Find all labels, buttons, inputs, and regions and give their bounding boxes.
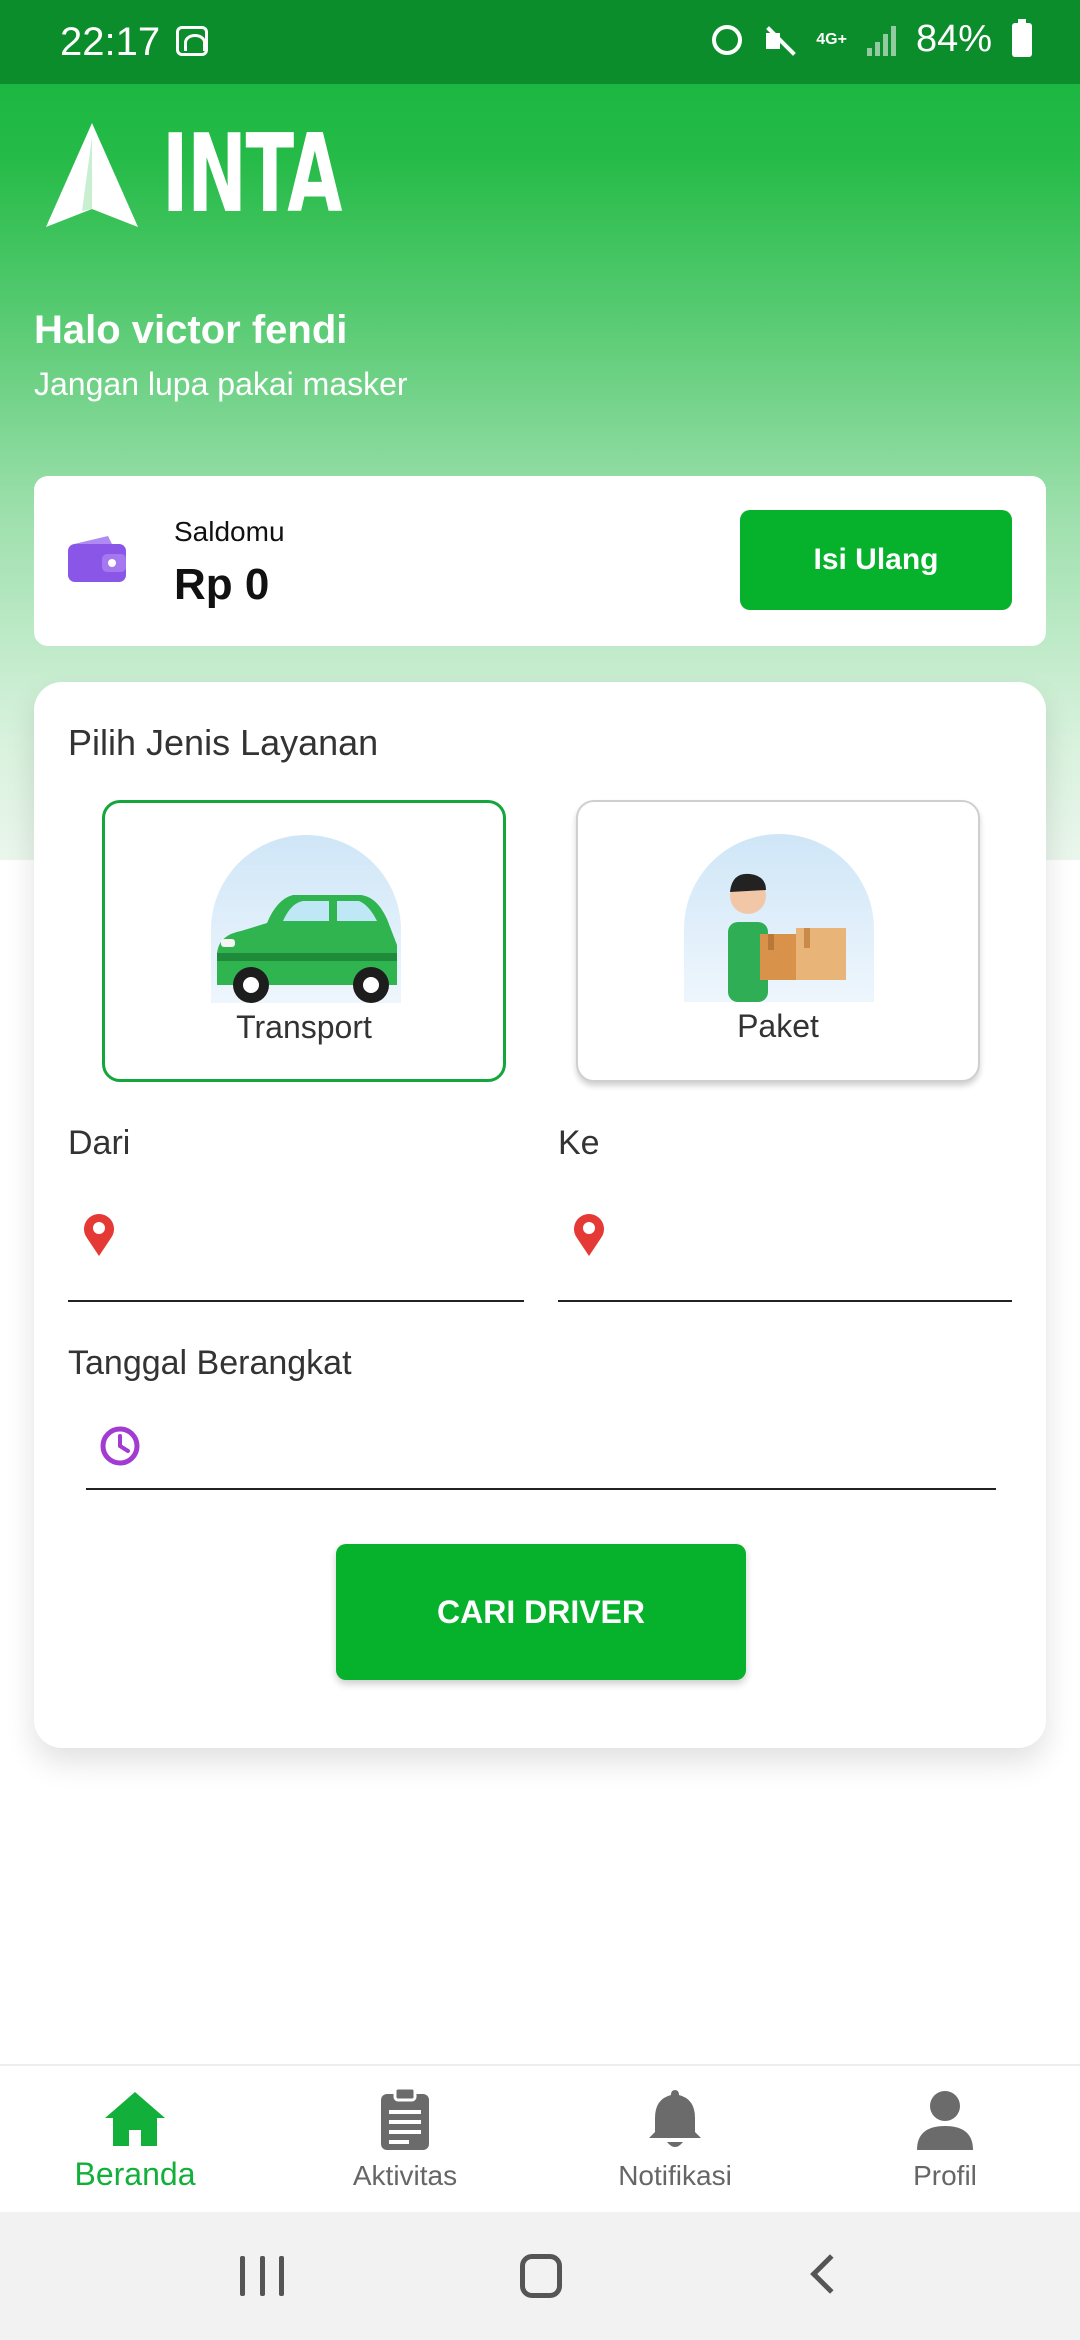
package-illustration bbox=[684, 834, 874, 1002]
topup-button[interactable]: Isi Ulang bbox=[740, 510, 1012, 610]
find-driver-button[interactable]: CARI DRIVER bbox=[336, 1544, 746, 1680]
to-underline bbox=[558, 1300, 1012, 1302]
to-input[interactable] bbox=[620, 1210, 980, 1260]
network-type: 4G+ bbox=[816, 30, 847, 48]
date-input[interactable] bbox=[156, 1422, 976, 1472]
alarm-icon bbox=[712, 24, 743, 55]
balance-label: Saldomu bbox=[174, 516, 285, 547]
clock-icon bbox=[100, 1426, 140, 1466]
battery-icon bbox=[1012, 18, 1032, 57]
battery-percentage: 84% bbox=[915, 18, 992, 60]
greeting-subtitle: Jangan lupa pakai masker bbox=[34, 366, 408, 402]
location-pin-icon bbox=[84, 1214, 114, 1256]
service-card: Pilih Jenis Layanan Transport Paket Dari… bbox=[34, 682, 1046, 1748]
service-section-title: Pilih Jenis Layanan bbox=[68, 722, 379, 763]
transport-illustration bbox=[211, 835, 401, 1003]
profile-icon bbox=[917, 2091, 973, 2150]
bell-icon bbox=[649, 2090, 701, 2147]
to-label: Ke bbox=[558, 1124, 600, 1162]
service-option-label: Transport bbox=[236, 1009, 372, 1045]
greeting-title: Halo victor fendi bbox=[34, 308, 348, 352]
home-icon bbox=[105, 2092, 165, 2146]
brand-wordmark: INTA bbox=[162, 112, 342, 237]
nav-label: Aktivitas bbox=[352, 2160, 458, 2191]
nav-label: Notifikasi bbox=[618, 2160, 732, 2191]
nav-item-activity[interactable]: Aktivitas bbox=[270, 2066, 540, 2214]
arrow-logo-icon bbox=[46, 123, 138, 227]
recents-icon[interactable] bbox=[240, 2256, 284, 2296]
balance-card: Saldomu Rp 0 Isi Ulang bbox=[34, 476, 1046, 646]
from-input[interactable] bbox=[130, 1210, 490, 1260]
date-label: Tanggal Berangkat bbox=[68, 1344, 352, 1382]
date-underline bbox=[86, 1488, 996, 1490]
location-pin-icon bbox=[574, 1214, 604, 1256]
nav-item-home[interactable]: Beranda bbox=[0, 2066, 270, 2214]
wifi-icon bbox=[176, 26, 208, 56]
bottom-navigation: Beranda Aktivitas Notifikasi Profil bbox=[0, 2064, 1080, 2212]
status-icons: 4G+ 84% bbox=[712, 18, 1032, 61]
balance-value: Rp 0 bbox=[174, 560, 270, 609]
nav-item-notifications[interactable]: Notifikasi bbox=[540, 2066, 810, 2214]
wallet-icon bbox=[68, 536, 126, 582]
nav-item-profile[interactable]: Profil bbox=[810, 2066, 1080, 2214]
service-option-transport[interactable]: Transport bbox=[102, 800, 506, 1082]
car-icon bbox=[217, 895, 397, 1003]
nav-label: Beranda bbox=[74, 2156, 196, 2192]
clipboard-icon bbox=[381, 2086, 429, 2150]
status-time: 22:17 bbox=[60, 20, 161, 64]
mute-icon bbox=[762, 23, 796, 57]
brand-logo: INTA bbox=[46, 120, 433, 230]
nav-label: Profil bbox=[913, 2160, 977, 2191]
from-underline bbox=[68, 1300, 524, 1302]
signal-icon bbox=[866, 24, 896, 56]
service-option-package[interactable]: Paket bbox=[576, 800, 980, 1082]
courier-package-icon bbox=[728, 873, 846, 1002]
service-option-label: Paket bbox=[737, 1008, 819, 1044]
system-navigation-bar bbox=[0, 2212, 1080, 2340]
status-bar: 22:17 4G+ 84% bbox=[0, 0, 1080, 84]
home-button-icon[interactable] bbox=[520, 2254, 562, 2298]
from-label: Dari bbox=[68, 1124, 131, 1162]
back-icon[interactable] bbox=[810, 2254, 850, 2294]
